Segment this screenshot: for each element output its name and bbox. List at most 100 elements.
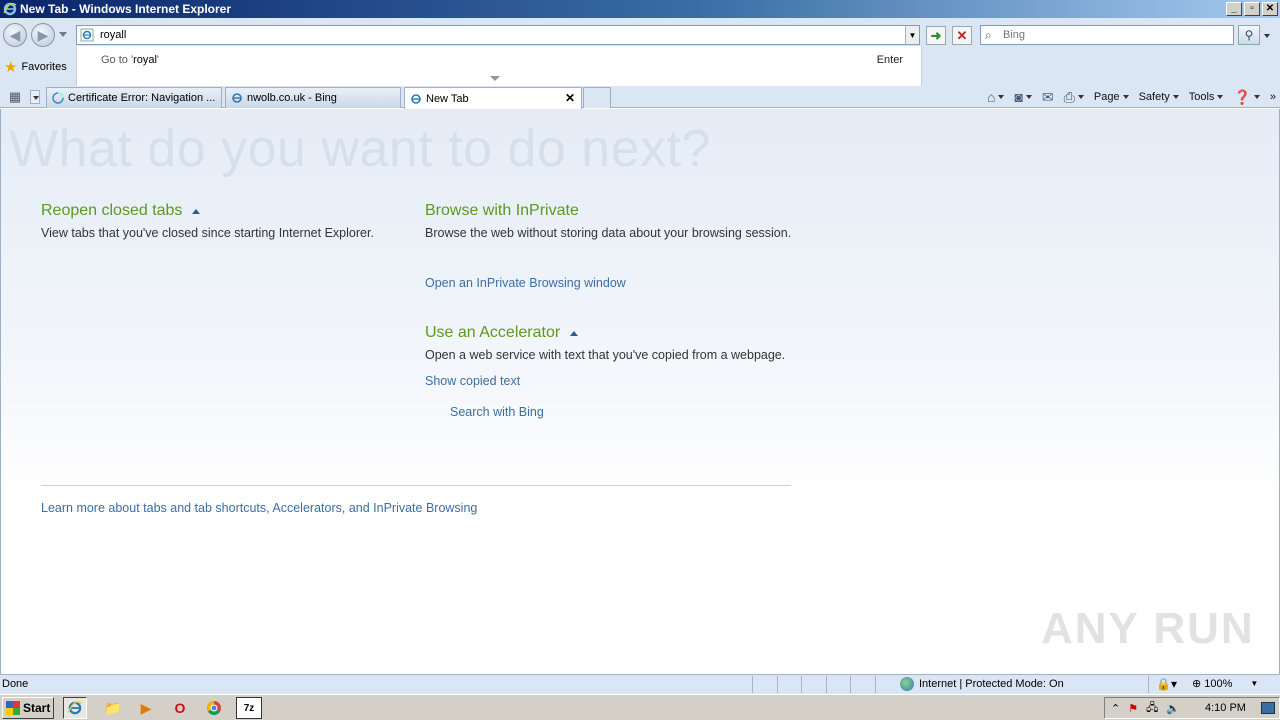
media-player-icon: ▶ — [140, 699, 152, 716]
help-button[interactable]: ❓ — [1233, 88, 1260, 106]
taskbar: Start 📁 ▶ O 7z ⌃ ⚑ 🖧 🔈 4:10 PM — [0, 694, 1280, 720]
minimize-button[interactable]: _ — [1226, 2, 1242, 16]
search-with-bing-link[interactable]: Search with Bing — [450, 405, 544, 419]
forward-button[interactable]: ▶ — [31, 23, 55, 47]
autocomplete-enter-hint: Enter — [876, 54, 903, 66]
go-arrow-icon: ➜ — [930, 28, 942, 43]
ie-page-icon — [232, 93, 242, 103]
goto-suffix: ' — [156, 54, 160, 66]
start-label: Start — [23, 701, 51, 715]
page-menu[interactable]: Page — [1094, 91, 1129, 103]
tools-menu[interactable]: Tools — [1189, 91, 1224, 103]
mail-icon: ✉ — [1041, 88, 1054, 105]
status-divider — [801, 676, 802, 693]
learn-more-link[interactable]: Learn more about tabs and tab shortcuts,… — [41, 501, 477, 515]
tab-list-dropdown[interactable] — [30, 90, 40, 104]
inprivate-description: Browse the web without storing data abou… — [425, 226, 792, 240]
reopen-heading-label: Reopen closed tabs — [41, 202, 183, 219]
popup-blocker-icon[interactable]: 🔒▾ — [1156, 677, 1177, 691]
show-hidden-icons[interactable]: ⌃ — [1111, 702, 1120, 715]
taskbar-ie[interactable] — [63, 697, 87, 719]
internet-globe-icon — [900, 677, 914, 691]
show-copied-text-link[interactable]: Show copied text — [425, 374, 520, 388]
tab-label: New Tab — [426, 92, 469, 105]
taskbar-media-player[interactable]: ▶ — [134, 697, 158, 719]
print-button[interactable]: ⎙ — [1064, 89, 1084, 106]
stop-icon: ✕ — [956, 28, 968, 43]
anyrun-watermark: ANY RUN — [1041, 604, 1255, 653]
safety-menu[interactable]: Safety — [1139, 91, 1179, 103]
accelerator-heading[interactable]: Use an Accelerator — [425, 324, 579, 342]
safety-menu-label: Safety — [1138, 91, 1170, 103]
search-options-dropdown[interactable] — [1264, 34, 1270, 38]
inprivate-heading: Browse with InPrivate — [425, 202, 579, 219]
tab-certificate-error[interactable]: Certificate Error: Navigation ... — [46, 87, 222, 108]
status-divider — [777, 676, 778, 693]
show-desktop-icon[interactable] — [1261, 702, 1275, 714]
title-bar: New Tab - Windows Internet Explorer _ ▫ … — [0, 0, 1280, 18]
status-divider — [1148, 676, 1149, 693]
page-menu-label: Page — [1093, 91, 1120, 103]
favorites-star-icon: ★ — [4, 59, 18, 76]
home-button[interactable]: ⌂ — [987, 89, 1005, 105]
windows-flag-icon — [6, 701, 20, 715]
more-commands-button[interactable]: » — [1270, 91, 1276, 103]
clock[interactable]: 4:10 PM — [1205, 702, 1246, 714]
action-center-icon[interactable]: ⚑ — [1128, 702, 1138, 715]
search-input[interactable] — [1003, 29, 1233, 41]
tab-label: Certificate Error: Navigation ... — [68, 92, 216, 104]
search-box[interactable]: ⌕ — [980, 25, 1234, 45]
page-heading: What do you want to do next? — [9, 120, 711, 178]
open-inprivate-link[interactable]: Open an InPrivate Browsing window — [425, 276, 626, 290]
autocomplete-expand-icon[interactable] — [490, 76, 500, 81]
status-divider — [875, 676, 876, 693]
tab-new-tab[interactable]: New Tab ✕ — [404, 87, 582, 109]
go-button[interactable]: ➜ — [926, 26, 946, 45]
address-input[interactable] — [100, 27, 905, 43]
opera-icon: O — [174, 700, 186, 716]
accelerator-heading-label: Use an Accelerator — [425, 324, 561, 341]
favorites-button[interactable]: ★ Favorites — [4, 58, 67, 76]
new-tab-page: What do you want to do next? Reopen clos… — [0, 109, 1280, 674]
taskbar-chrome[interactable] — [202, 697, 226, 719]
zoom-control[interactable]: ⊕ 100% ▼ — [1192, 677, 1258, 691]
loading-icon — [52, 92, 64, 104]
rss-feed-icon: ◙ — [1014, 89, 1023, 105]
tools-menu-label: Tools — [1188, 91, 1215, 103]
status-divider — [752, 676, 753, 693]
quick-tabs-icon: ▦ — [8, 89, 22, 104]
help-icon: ❓ — [1233, 88, 1251, 105]
recent-pages-dropdown[interactable] — [59, 32, 67, 37]
search-icon: ⚲ — [1244, 28, 1254, 42]
autocomplete-goto-item[interactable]: Go to 'royal' — [101, 54, 159, 66]
zoom-icon: ⊕ — [1192, 678, 1202, 690]
address-dropdown-button[interactable]: ▼ — [905, 26, 919, 44]
mail-button[interactable]: ✉ — [1042, 89, 1054, 106]
stop-button[interactable]: ✕ — [952, 26, 972, 45]
volume-icon[interactable]: 🔈 — [1166, 702, 1180, 715]
status-text: Done — [2, 678, 29, 690]
feeds-button[interactable]: ◙ — [1014, 89, 1032, 105]
address-bar[interactable]: ▼ — [76, 25, 920, 45]
close-tab-icon[interactable]: ✕ — [565, 91, 575, 105]
tab-label: nwolb.co.uk - Bing — [247, 92, 337, 104]
taskbar-explorer[interactable]: 📁 — [101, 697, 125, 719]
ie-page-icon — [80, 28, 94, 42]
reopen-closed-tabs-heading[interactable]: Reopen closed tabs — [41, 202, 201, 220]
taskbar-opera[interactable]: O — [168, 697, 192, 719]
taskbar-7zip[interactable]: 7z — [236, 697, 262, 719]
quick-tabs-button[interactable]: ▦ — [4, 88, 26, 106]
start-button[interactable]: Start — [2, 697, 54, 719]
internet-explorer-icon — [67, 701, 83, 715]
autocomplete-dropdown: Go to 'royal' Enter — [76, 46, 922, 88]
new-tab-button[interactable] — [583, 87, 611, 108]
back-button[interactable]: ◀ — [3, 23, 27, 47]
tab-nwolb-bing[interactable]: nwolb.co.uk - Bing — [225, 87, 401, 108]
search-button[interactable]: ⚲ — [1238, 25, 1260, 45]
favorites-label: Favorites — [21, 61, 67, 73]
close-window-button[interactable]: ✕ — [1262, 2, 1278, 16]
maximize-button[interactable]: ▫ — [1244, 2, 1260, 16]
accelerator-description: Open a web service with text that you've… — [425, 348, 786, 362]
security-zone[interactable]: Internet | Protected Mode: On — [900, 677, 1064, 691]
network-icon[interactable]: 🖧 — [1146, 699, 1158, 718]
